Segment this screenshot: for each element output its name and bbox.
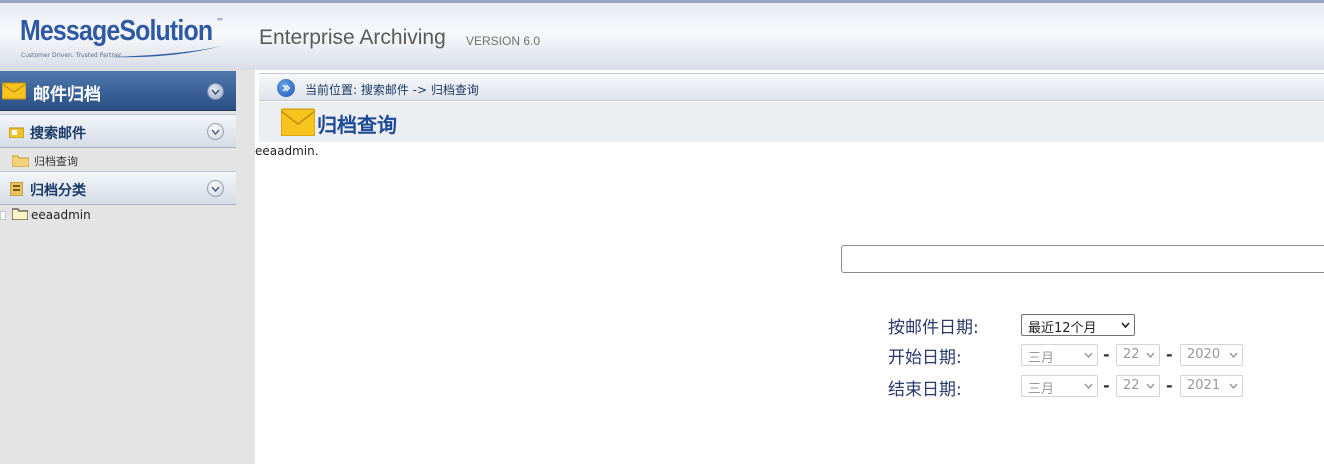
breadcrumb: 当前位置: 搜索邮件 -> 归档查询 <box>259 73 1324 101</box>
logo-trademark: ™ <box>216 17 224 26</box>
envelope-icon <box>2 82 26 100</box>
chevron-down-icon <box>1084 383 1093 390</box>
start-day-select[interactable]: 22 <box>1116 344 1160 366</box>
folder-icon <box>12 155 29 167</box>
sidebar-section-search-mail[interactable]: 搜索邮件 <box>0 114 236 148</box>
start-year-value: 2020 <box>1187 347 1221 362</box>
sidebar-section-label: 搜索邮件 <box>30 126 86 142</box>
breadcrumb-arrow-icon <box>277 79 295 97</box>
search-folder-icon <box>9 127 24 138</box>
sidebar-main-label: 邮件归档 <box>33 85 101 105</box>
sidebar: 邮件归档 搜索邮件 归档查询 归档分类 eeaadmin <box>0 70 255 464</box>
end-year-select[interactable]: 2021 <box>1180 375 1243 397</box>
version-label: VERSION 6.0 <box>466 34 541 48</box>
start-date-label: 开始日期: <box>888 348 962 368</box>
sidebar-item-label: 归档查询 <box>34 155 78 168</box>
end-date-label: 结束日期: <box>888 380 962 400</box>
tree-node-label: eeaadmin <box>31 208 91 222</box>
chevron-down-icon <box>1229 383 1238 390</box>
folder-icon <box>12 208 28 220</box>
collapse-toggle-icon[interactable] <box>207 83 224 100</box>
sidebar-section-archive-category[interactable]: 归档分类 <box>0 171 236 205</box>
end-month-value: 三月 <box>1028 382 1055 397</box>
main-content: 当前位置: 搜索邮件 -> 归档查询 归档查询 eeaadmin. 按邮件日期:… <box>255 70 1324 464</box>
date-separator: - <box>1166 345 1173 364</box>
date-separator: - <box>1103 376 1110 395</box>
end-day-value: 22 <box>1123 378 1140 393</box>
start-month-select[interactable]: 三月 <box>1021 344 1098 366</box>
messagesolution-logo[interactable]: MessageSolution ™ Customer Driven. Trust… <box>20 15 235 67</box>
search-input[interactable] <box>841 245 1324 273</box>
logo-text: MessageSolution <box>20 15 213 47</box>
chevron-down-icon <box>1121 322 1130 329</box>
chevron-down-icon <box>1084 352 1093 359</box>
mail-date-label: 按邮件日期: <box>888 318 979 338</box>
page-title: 归档查询 <box>317 113 397 137</box>
logo-tagline: Customer Driven. Trusted Partner. <box>21 52 123 59</box>
collapse-toggle-icon[interactable] <box>207 123 224 140</box>
logo-swoosh-icon <box>110 46 222 58</box>
end-day-select[interactable]: 22 <box>1116 375 1160 397</box>
start-month-value: 三月 <box>1028 351 1055 366</box>
date-separator: - <box>1103 345 1110 364</box>
chevron-down-icon <box>1146 352 1155 359</box>
chevron-down-icon <box>1146 383 1155 390</box>
app-header: MessageSolution ™ Customer Driven. Trust… <box>0 3 1324 70</box>
collapse-toggle-icon[interactable] <box>207 180 224 197</box>
current-user-text: eeaadmin. <box>255 144 319 158</box>
sidebar-header-mail-archive[interactable]: 邮件归档 <box>0 71 236 111</box>
page-title-bar: 归档查询 <box>259 102 1324 142</box>
breadcrumb-text: 当前位置: 搜索邮件 -> 归档查询 <box>305 83 479 97</box>
category-icon <box>10 182 23 196</box>
sidebar-section-label: 归档分类 <box>30 183 86 199</box>
envelope-icon <box>281 108 315 136</box>
end-year-value: 2021 <box>1187 378 1221 393</box>
start-year-select[interactable]: 2020 <box>1180 344 1243 366</box>
tree-expand-icon <box>0 211 6 220</box>
mail-date-select[interactable]: 最近12个月 <box>1021 314 1135 336</box>
chevron-down-icon <box>1229 352 1238 359</box>
mail-date-value: 最近12个月 <box>1028 321 1097 336</box>
end-month-select[interactable]: 三月 <box>1021 375 1098 397</box>
date-separator: - <box>1166 376 1173 395</box>
start-day-value: 22 <box>1123 347 1140 362</box>
app-title: Enterprise Archiving <box>259 26 446 49</box>
